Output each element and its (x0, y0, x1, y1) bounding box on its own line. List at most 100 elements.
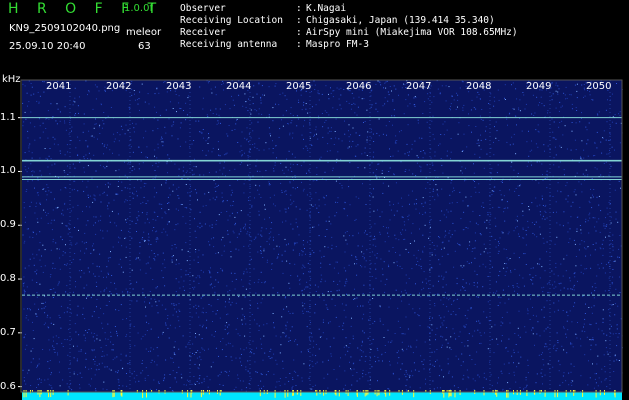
noise-dot (316, 361, 318, 363)
noise-dot (340, 87, 342, 89)
noise-dot (517, 327, 519, 329)
noise-dot (178, 102, 180, 104)
noise-dot (129, 362, 131, 364)
noise-dot (404, 333, 406, 335)
noise-dot (202, 296, 204, 297)
noise-dot (241, 155, 243, 157)
noise-dot (235, 357, 237, 359)
noise-dot (422, 251, 424, 253)
noise-dot (395, 88, 397, 90)
noise-dot (535, 275, 537, 277)
noise-dot (363, 122, 364, 123)
noise-dot (182, 335, 184, 337)
noise-dot (101, 355, 103, 357)
noise-dot (85, 337, 86, 339)
noise-dot (434, 303, 436, 304)
noise-dot (64, 154, 66, 156)
noise-dot (29, 236, 31, 238)
noise-dot (608, 261, 610, 263)
noise-dot (73, 180, 75, 182)
noise-dot (59, 248, 60, 250)
noise-dot (365, 230, 366, 232)
noise-dot (60, 152, 61, 154)
noise-dot (502, 388, 504, 390)
noise-dot (74, 97, 76, 99)
noise-dot (70, 140, 72, 141)
noise-dot (498, 244, 499, 246)
noise-dot (24, 267, 26, 269)
noise-dot (580, 264, 582, 266)
noise-dot (526, 386, 527, 388)
noise-dot (395, 142, 397, 144)
noise-dot (557, 360, 559, 362)
noise-dot (494, 217, 496, 219)
noise-dot (272, 120, 274, 122)
noise-dot (246, 233, 248, 235)
noise-dot (318, 205, 320, 207)
noise-dot (103, 381, 105, 383)
noise-dot (215, 183, 217, 185)
noise-dot (24, 166, 26, 168)
noise-dot (254, 109, 256, 111)
noise-dot (463, 133, 465, 135)
meteor-tick (316, 390, 318, 396)
noise-dot (604, 366, 606, 367)
noise-dot (544, 374, 546, 376)
noise-dot (88, 152, 90, 154)
noise-dot (518, 257, 520, 259)
noise-dot (166, 163, 168, 165)
noise-dot (289, 313, 291, 314)
noise-dot (102, 388, 104, 390)
noise-dot (358, 197, 360, 199)
noise-dot (581, 191, 583, 193)
noise-dot (61, 213, 63, 215)
noise-dot (433, 388, 435, 390)
noise-dot (215, 331, 216, 333)
noise-dot (420, 258, 422, 260)
noise-dot (378, 163, 380, 165)
noise-dot (180, 203, 182, 205)
noise-dot (446, 327, 448, 329)
noise-dot (536, 161, 538, 163)
noise-dot (101, 127, 103, 129)
noise-dot (563, 326, 564, 328)
noise-dot (349, 361, 350, 363)
noise-dot (349, 204, 351, 206)
noise-dot (25, 216, 26, 218)
noise-dot (539, 102, 541, 103)
noise-dot (348, 146, 350, 148)
noise-dot (278, 253, 279, 255)
noise-dot (105, 338, 107, 340)
noise-dot (606, 153, 608, 155)
noise-dot (213, 336, 215, 338)
noise-dot (446, 129, 448, 131)
noise-dot (567, 288, 569, 290)
noise-dot (52, 345, 54, 347)
noise-dot (278, 136, 280, 138)
noise-dot (27, 137, 29, 139)
noise-dot (594, 373, 596, 375)
noise-dot (497, 343, 499, 345)
noise-dot (87, 220, 89, 222)
noise-dot (250, 236, 252, 238)
noise-dot (242, 105, 244, 107)
noise-dot (518, 233, 519, 235)
noise-dot (497, 164, 499, 166)
noise-dot (441, 369, 443, 371)
noise-dot (587, 246, 589, 248)
noise-dot (139, 252, 141, 254)
noise-dot (307, 149, 309, 151)
noise-dot (51, 229, 53, 231)
noise-dot (570, 94, 572, 96)
noise-dot (178, 175, 180, 177)
noise-dot (318, 199, 320, 201)
noise-dot (443, 134, 445, 136)
noise-dot (165, 109, 167, 111)
noise-dot (422, 113, 424, 114)
noise-dot (314, 204, 316, 206)
noise-dot (563, 174, 565, 176)
noise-dot (369, 165, 371, 167)
noise-dot (106, 165, 108, 167)
noise-dot (450, 138, 452, 139)
noise-dot (216, 310, 218, 311)
